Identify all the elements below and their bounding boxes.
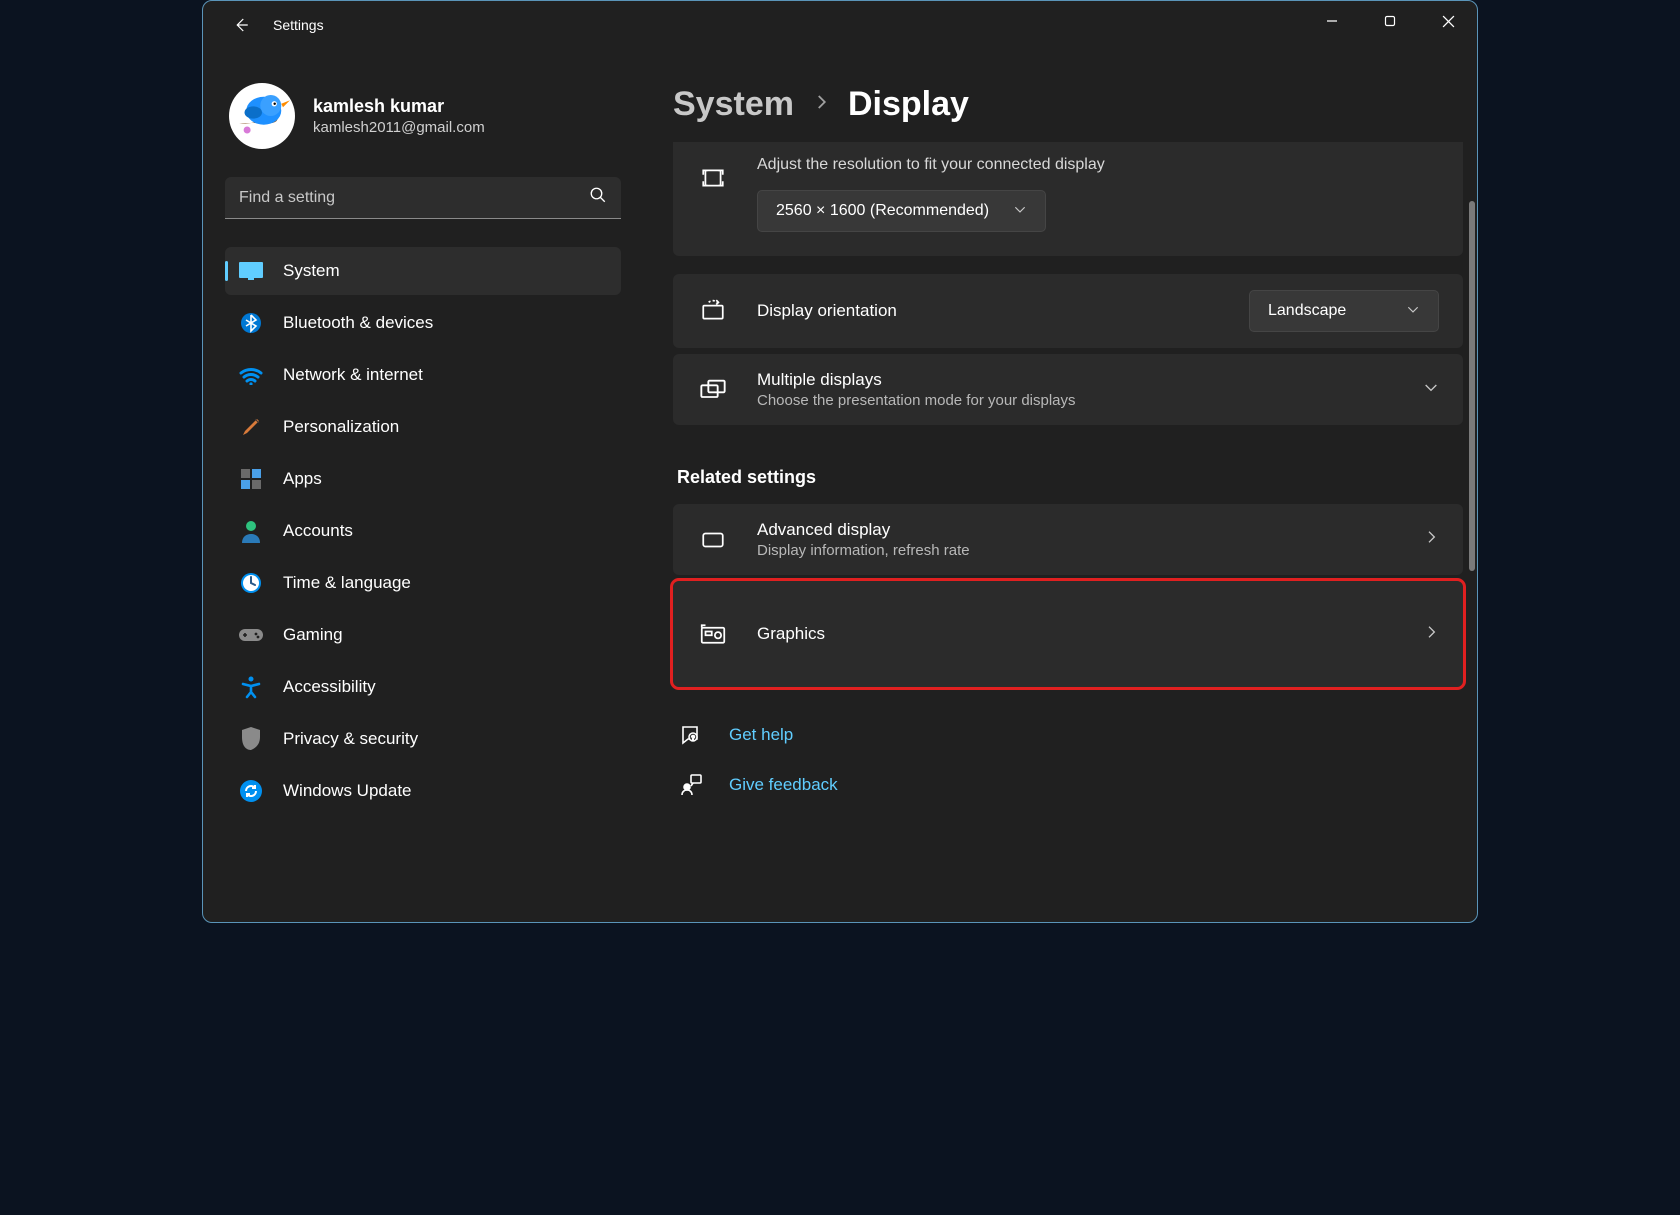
person-icon xyxy=(237,517,265,545)
orientation-dropdown[interactable]: Landscape xyxy=(1249,290,1439,332)
gamepad-icon xyxy=(237,621,265,649)
titlebar: Settings xyxy=(203,1,1477,49)
help-icon: ? xyxy=(677,721,705,749)
orientation-icon xyxy=(697,295,729,327)
orientation-card: Display orientation Landscape xyxy=(673,274,1463,348)
sidebar-item-label: Apps xyxy=(283,469,322,489)
app-title: Settings xyxy=(273,17,324,33)
scrollbar-thumb[interactable] xyxy=(1469,201,1475,571)
sidebar-item-label: Bluetooth & devices xyxy=(283,313,433,333)
search-box[interactable] xyxy=(225,177,621,219)
search-input[interactable] xyxy=(239,189,589,207)
sidebar-item-label: Personalization xyxy=(283,417,399,437)
chevron-down-icon xyxy=(1423,382,1439,399)
update-icon xyxy=(237,777,265,805)
back-button[interactable] xyxy=(221,5,261,45)
chevron-right-icon xyxy=(812,93,830,116)
get-help-link[interactable]: Get help xyxy=(729,725,793,745)
settings-window: Settings xyxy=(202,0,1478,923)
resolution-description: Adjust the resolution to fit your connec… xyxy=(757,156,1439,174)
advanced-display-sub: Display information, refresh rate xyxy=(757,542,1395,559)
resolution-card: Adjust the resolution to fit your connec… xyxy=(673,142,1463,256)
window-controls xyxy=(1303,1,1477,41)
go-button[interactable] xyxy=(1423,529,1439,550)
apps-icon xyxy=(237,465,265,493)
sidebar-item-privacy-security[interactable]: Privacy & security xyxy=(225,715,621,763)
give-feedback-row: Give feedback xyxy=(677,771,1463,799)
sidebar-item-label: Windows Update xyxy=(283,781,412,801)
sidebar-item-bluetooth-devices[interactable]: Bluetooth & devices xyxy=(225,299,621,347)
orientation-label: Display orientation xyxy=(757,301,1221,321)
monitor-icon xyxy=(697,524,729,556)
accessibility-icon xyxy=(237,673,265,701)
multiple-displays-icon xyxy=(697,374,729,406)
give-feedback-link[interactable]: Give feedback xyxy=(729,775,838,795)
sidebar-item-label: Time & language xyxy=(283,573,411,593)
multiple-displays-title: Multiple displays xyxy=(757,370,1395,390)
content-area: System Display Adjust the resolution to … xyxy=(639,49,1477,922)
help-links: ? Get help Give feedback xyxy=(673,721,1463,799)
breadcrumb-parent[interactable]: System xyxy=(673,85,794,124)
scrollbar[interactable] xyxy=(1469,201,1475,914)
sidebar-item-network-internet[interactable]: Network & internet xyxy=(225,351,621,399)
expand-button[interactable] xyxy=(1423,379,1439,400)
clock-icon xyxy=(237,569,265,597)
profile-block[interactable]: kamlesh kumar kamlesh2011@gmail.com xyxy=(225,83,621,177)
display-icon xyxy=(237,257,265,285)
sidebar-item-gaming[interactable]: Gaming xyxy=(225,611,621,659)
sidebar-item-label: Accessibility xyxy=(283,677,376,697)
search-icon xyxy=(589,186,607,209)
profile-email: kamlesh2011@gmail.com xyxy=(313,119,485,136)
resolution-icon xyxy=(697,162,729,194)
shield-icon xyxy=(237,725,265,753)
multiple-displays-card[interactable]: Multiple displays Choose the presentatio… xyxy=(673,354,1463,425)
maximize-button[interactable] xyxy=(1361,1,1419,41)
sidebar-item-apps[interactable]: Apps xyxy=(225,455,621,503)
wifi-icon xyxy=(237,361,265,389)
minimize-button[interactable] xyxy=(1303,1,1361,41)
chevron-down-icon xyxy=(1406,302,1420,321)
resolution-dropdown[interactable]: 2560 × 1600 (Recommended) xyxy=(757,190,1046,232)
nav: System Bluetooth & devices Network & inter… xyxy=(225,247,621,815)
sidebar-item-label: Privacy & security xyxy=(283,729,418,749)
page-title: Display xyxy=(848,85,969,124)
multiple-displays-sub: Choose the presentation mode for your di… xyxy=(757,392,1395,409)
sidebar: kamlesh kumar kamlesh2011@gmail.com Syst… xyxy=(203,49,639,922)
sidebar-item-windows-update[interactable]: Windows Update xyxy=(225,767,621,815)
related-settings-heading: Related settings xyxy=(677,467,1463,488)
go-button[interactable] xyxy=(1423,624,1439,645)
resolution-value: 2560 × 1600 (Recommended) xyxy=(776,202,989,220)
close-button[interactable] xyxy=(1419,1,1477,41)
graphics-card[interactable]: Graphics xyxy=(673,581,1463,687)
sidebar-item-time-language[interactable]: Time & language xyxy=(225,559,621,607)
advanced-display-card[interactable]: Advanced display Display information, re… xyxy=(673,504,1463,575)
sidebar-item-label: Network & internet xyxy=(283,365,423,385)
bluetooth-icon xyxy=(237,309,265,337)
sidebar-item-label: System xyxy=(283,261,340,281)
advanced-display-title: Advanced display xyxy=(757,520,1395,540)
get-help-row: ? Get help xyxy=(677,721,1463,749)
sidebar-item-label: Gaming xyxy=(283,625,343,645)
profile-name: kamlesh kumar xyxy=(313,96,485,117)
sidebar-item-label: Accounts xyxy=(283,521,353,541)
brush-icon xyxy=(237,413,265,441)
graphics-title: Graphics xyxy=(757,624,1395,644)
sidebar-item-personalization[interactable]: Personalization xyxy=(225,403,621,451)
breadcrumb: System Display xyxy=(673,85,1463,124)
graphics-icon xyxy=(697,618,729,650)
orientation-value: Landscape xyxy=(1268,302,1346,320)
sidebar-item-system[interactable]: System xyxy=(225,247,621,295)
chevron-down-icon xyxy=(1013,202,1027,221)
sidebar-item-accounts[interactable]: Accounts xyxy=(225,507,621,555)
feedback-icon xyxy=(677,771,705,799)
sidebar-item-accessibility[interactable]: Accessibility xyxy=(225,663,621,711)
avatar xyxy=(229,83,295,149)
